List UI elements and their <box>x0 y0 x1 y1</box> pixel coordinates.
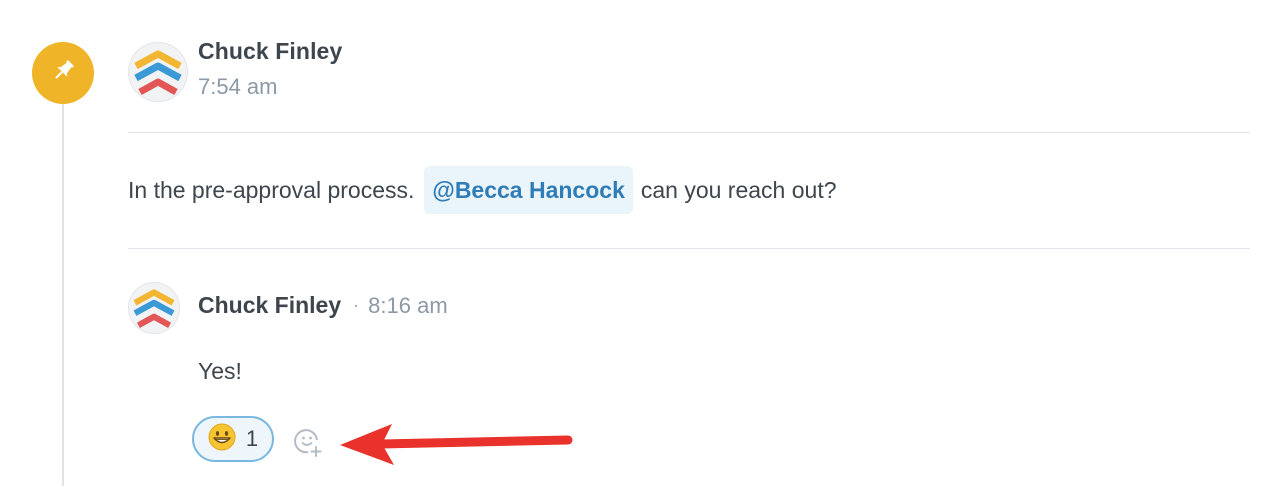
reply-header: Chuck Finley · 8:16 am <box>198 292 448 319</box>
reaction-count: 1 <box>245 426 259 451</box>
reply-timestamp[interactable]: 8:16 am <box>368 293 448 319</box>
timeline-line <box>62 72 64 486</box>
thread-author[interactable]: Chuck Finley <box>198 38 342 65</box>
reply-message: Yes! <box>198 358 242 384</box>
chevron-stack-logo-icon <box>133 289 175 328</box>
chevron-stack-logo-icon <box>134 50 182 96</box>
thread-message: In the pre-approval process. @Becca Hanc… <box>128 166 837 214</box>
thread-timestamp[interactable]: 7:54 am <box>198 74 278 100</box>
pin-icon <box>48 56 78 91</box>
avatar[interactable] <box>128 282 180 334</box>
reaction-pill[interactable]: 1 <box>192 416 274 462</box>
add-reaction-icon[interactable] <box>292 426 324 458</box>
message-text-before: In the pre-approval process. <box>128 176 415 203</box>
grinning-face-emoji-icon <box>208 423 236 456</box>
message-text-after: can you reach out? <box>640 176 837 203</box>
avatar[interactable] <box>128 42 188 102</box>
user-mention[interactable]: @Becca Hancock <box>424 166 633 214</box>
separator-dot: · <box>353 295 360 315</box>
reply-author[interactable]: Chuck Finley <box>198 292 341 319</box>
divider <box>128 248 1250 249</box>
red-arrow-annotation-icon <box>340 424 573 465</box>
divider <box>128 132 1250 133</box>
pinned-badge <box>32 42 94 104</box>
